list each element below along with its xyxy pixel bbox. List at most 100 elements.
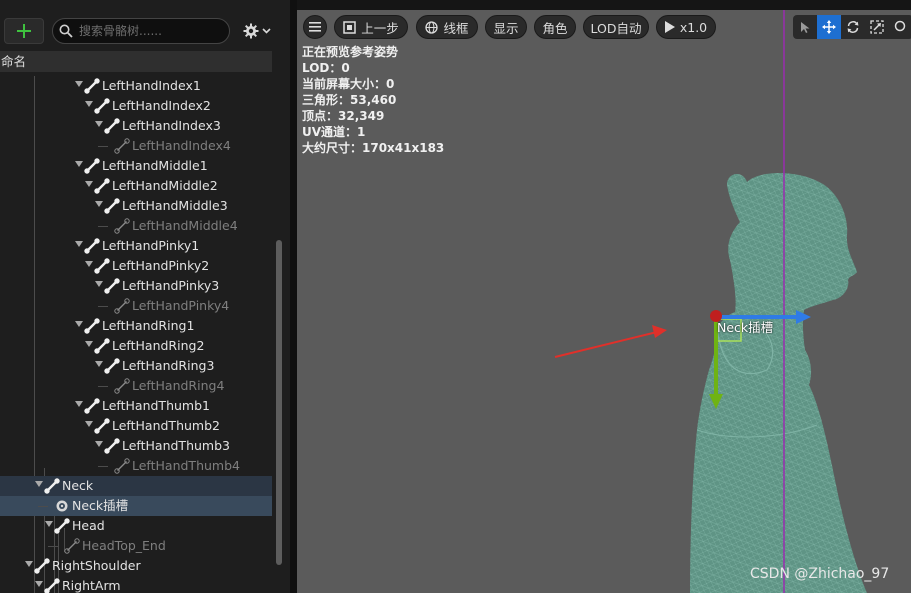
bone-icon [84,318,100,334]
tree-row[interactable]: LeftHandThumb2 [0,416,272,436]
tree-row-label: Neck [62,478,94,493]
tree-row[interactable]: LeftHandRing4 [0,376,272,396]
tree-row[interactable]: LeftHandIndex4 [0,136,272,156]
stat-line: UV通道：1 [302,125,366,139]
expand-arrow-icon[interactable] [75,241,83,247]
expand-arrow-icon[interactable] [75,401,83,407]
expand-arrow-icon[interactable] [35,481,43,487]
play-speed-button[interactable]: x1.0 [656,15,716,39]
tree-row[interactable]: LeftHandIndex1 [0,76,272,96]
add-button[interactable] [4,18,44,44]
tree-row[interactable]: LeftHandPinky4 [0,296,272,316]
globe-icon [425,20,439,34]
settings-dropdown[interactable] [238,18,276,44]
camera-options-button[interactable] [889,15,911,39]
tree-row[interactable]: RightArm [0,576,272,593]
expand-arrow-icon[interactable] [85,181,93,187]
tree-row[interactable]: LeftHandThumb3 [0,436,272,456]
search-box[interactable] [52,18,230,44]
tree-row[interactable]: LeftHandMiddle2 [0,176,272,196]
tree-row[interactable]: LeftHandMiddle1 [0,156,272,176]
tree-row-label: LeftHandPinky2 [112,258,210,273]
tree-row-label: LeftHandRing4 [132,378,225,393]
stat-line: 正在预览参考姿势 [302,45,399,59]
column-header-name[interactable]: 命名 [0,51,272,72]
tree-row[interactable]: LeftHandRing3 [0,356,272,376]
rotate-icon [847,21,859,33]
wireframe-button[interactable]: 线框 [416,15,478,39]
rotate-mode-button[interactable] [841,15,865,39]
scale-icon [870,20,884,34]
tree-row[interactable]: LeftHandMiddle4 [0,216,272,236]
lod-button[interactable]: LOD自动 [583,15,649,39]
expand-arrow-icon[interactable] [25,561,33,567]
tree-row-label: LeftHandThumb1 [102,398,210,413]
expand-arrow-icon[interactable] [95,281,103,287]
expand-arrow-icon[interactable] [95,201,103,207]
expand-arrow-icon[interactable] [45,521,53,527]
expand-arrow-icon[interactable] [75,81,83,87]
tree-connector [98,386,108,387]
expand-arrow-icon[interactable] [95,361,103,367]
search-input[interactable] [79,24,219,38]
bone-icon [104,118,120,134]
tree-row[interactable]: HeadTop_End [0,536,272,556]
tree-row[interactable]: LeftHandIndex2 [0,96,272,116]
tree-row[interactable]: LeftHandThumb4 [0,456,272,476]
tree-row-label: LeftHandPinky4 [132,298,230,313]
select-mode-button[interactable] [793,15,817,39]
character-button[interactable]: 角色 [534,15,576,39]
back-step-button[interactable]: 上一步 [334,15,408,39]
tree-row-label: LeftHandIndex4 [132,138,231,153]
watermark: CSDN @Zhichao_97 [750,566,890,582]
expand-arrow-icon[interactable] [95,441,103,447]
3d-viewport[interactable]: 上一步 线框 显示 角色 LOD自动 x1.0 正在预览参考姿势 LOD：0 当… [297,10,911,593]
translate-mode-button[interactable] [817,15,841,39]
bone-icon [114,138,130,154]
tree-row[interactable]: Neck [0,476,272,496]
play-speed-label: x1.0 [679,19,708,35]
scale-mode-button[interactable] [865,15,889,39]
expand-arrow-icon[interactable] [85,261,93,267]
bone-icon [104,198,120,214]
search-icon [59,24,73,38]
bone-icon [84,78,100,94]
expand-arrow-icon[interactable] [85,341,93,347]
viewport-menu-button[interactable] [303,15,327,39]
show-button[interactable]: 显示 [485,15,527,39]
bone-icon [64,538,80,554]
tree-connector [38,506,48,507]
tree-row[interactable]: LeftHandPinky3 [0,276,272,296]
viewport-stats: 正在预览参考姿势 LOD：0 当前屏幕大小：0 三角形：53,460 顶点：32… [302,44,444,156]
tree-row-socket[interactable]: Neck插槽 [0,496,272,516]
tree-row-label: LeftHandMiddle4 [132,218,238,233]
tree-row[interactable]: LeftHandIndex3 [0,116,272,136]
expand-arrow-icon[interactable] [95,121,103,127]
tree-connector [98,466,108,467]
tree-row[interactable]: Head [0,516,272,536]
stat-line: 顶点：32,349 [302,109,385,123]
tree-row[interactable]: LeftHandRing2 [0,336,272,356]
stat-line: 大约尺寸：170x41x183 [302,141,445,155]
tree-row[interactable]: LeftHandRing1 [0,316,272,336]
character-mesh[interactable] [677,160,877,593]
expand-arrow-icon[interactable] [85,421,93,427]
tree-row-label: Head [72,518,105,533]
tree-row[interactable]: RightShoulder [0,556,272,576]
expand-arrow-icon[interactable] [75,161,83,167]
tree-row-label: RightShoulder [52,558,141,573]
lod-label: LOD自动 [590,20,642,36]
tree-row[interactable]: LeftHandMiddle3 [0,196,272,216]
expand-arrow-icon[interactable] [75,321,83,327]
plus-icon [17,24,31,38]
scrollbar-thumb[interactable] [276,240,282,565]
expand-arrow-icon[interactable] [85,101,93,107]
tree-row[interactable]: LeftHandPinky1 [0,236,272,256]
gear-icon [243,23,259,39]
back-step-label: 上一步 [361,20,399,36]
tree-row[interactable]: LeftHandThumb1 [0,396,272,416]
expand-arrow-icon[interactable] [35,581,43,587]
tree-row-label: LeftHandIndex3 [122,118,221,133]
tree-row[interactable]: LeftHandPinky2 [0,256,272,276]
search-icon-partial [894,20,906,32]
